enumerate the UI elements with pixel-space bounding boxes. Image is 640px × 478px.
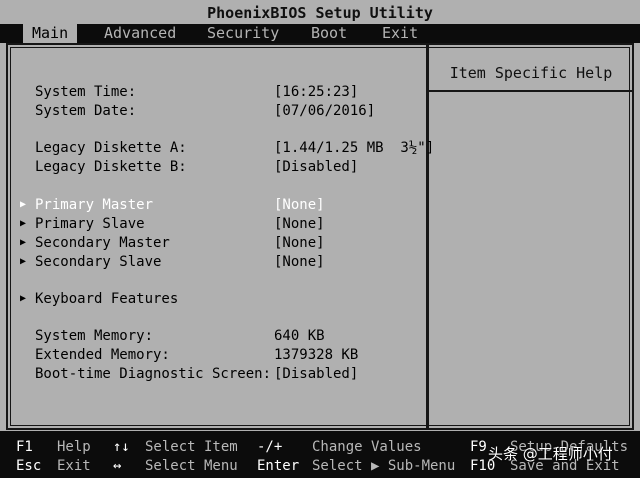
menu-exit[interactable]: Exit (373, 24, 427, 43)
system-memory-row: System Memory: 640 KB (8, 327, 426, 345)
secondary-master-label: Secondary Master (35, 235, 170, 251)
help-title: Item Specific Help (449, 64, 613, 82)
system-time-value[interactable]: [16:25:23] (274, 83, 358, 101)
diskette-b-value[interactable]: [Disabled] (274, 158, 358, 176)
enter-text: Select ▶ Sub-Menu (312, 458, 456, 474)
extended-memory-label: Extended Memory: (35, 347, 170, 363)
menu-main[interactable]: Main (23, 24, 78, 43)
esc-key[interactable]: Esc (16, 457, 41, 475)
leftright-arrows-icon: ↔ (113, 458, 122, 474)
enter-key[interactable]: Enter (257, 457, 299, 475)
f1-text: Help (57, 439, 91, 455)
esc-text: Exit (57, 458, 91, 474)
watermark: 头条 @工程师小付 (488, 445, 613, 463)
minusplus-text: Change Values (312, 439, 422, 455)
system-date-value[interactable]: [07/06/2016] (274, 102, 375, 120)
diskette-b-label: Legacy Diskette B: (35, 159, 187, 175)
menu-bar: Main Advanced Security Boot Exit (0, 24, 640, 43)
key-help-footer: F1 Help ↑↓ Select Item -/+ Change Values… (0, 431, 640, 478)
submenu-arrow-icon: ▶ (20, 293, 27, 304)
primary-master-value: [None] (274, 197, 325, 213)
primary-slave-row[interactable]: ▶ Primary Slave [None] (8, 215, 426, 233)
submenu-arrow-icon: ▶ (20, 218, 27, 229)
submenu-arrow-icon: ▶ (20, 199, 27, 210)
primary-master-row[interactable]: ▶ Primary Master [None] (8, 196, 426, 214)
submenu-arrow-icon: ▶ (20, 256, 27, 267)
minusplus-key: -/+ (257, 439, 283, 455)
system-date-label: System Date: (35, 103, 137, 119)
menu-advanced[interactable]: Advanced (95, 24, 185, 43)
secondary-master-value: [None] (274, 235, 325, 251)
system-time-label: System Time: (35, 84, 137, 100)
secondary-slave-label: Secondary Slave (35, 254, 162, 270)
boot-diag-row[interactable]: Boot-time Diagnostic Screen: [Disabled] (8, 365, 426, 383)
secondary-slave-value: [None] (274, 254, 325, 270)
f9-key[interactable]: F9 (470, 438, 487, 456)
primary-slave-value: [None] (274, 216, 325, 232)
submenu-arrow-icon: ▶ (20, 237, 27, 248)
boot-diag-label: Boot-time Diagnostic Screen: (35, 366, 272, 382)
diskette-b-row[interactable]: Legacy Diskette B: [Disabled] (8, 158, 426, 176)
system-date-row[interactable]: System Date: [07/06/2016] (8, 102, 426, 120)
primary-master-label: Primary Master (35, 197, 154, 213)
menu-security[interactable]: Security (198, 24, 288, 43)
keyboard-features-label: Keyboard Features (35, 291, 179, 307)
extended-memory-value: 1379328 KB (274, 347, 359, 363)
system-time-row[interactable]: System Time: [16:25:23] (8, 83, 426, 101)
leftright-text: Select Menu (145, 458, 238, 474)
app-title: PhoenixBIOS Setup Utility (207, 4, 433, 22)
secondary-slave-row[interactable]: ▶ Secondary Slave [None] (8, 253, 426, 271)
keyboard-features-row[interactable]: ▶ Keyboard Features (8, 290, 426, 308)
extended-memory-row: Extended Memory: 1379328 KB (8, 346, 426, 364)
updown-text: Select Item (145, 439, 238, 455)
help-separator (429, 90, 633, 92)
updown-arrows-icon: ↑↓ (113, 439, 130, 455)
secondary-master-row[interactable]: ▶ Secondary Master [None] (8, 234, 426, 252)
diskette-a-row[interactable]: Legacy Diskette A: [1.44/1.25 MB 3½"] (8, 139, 434, 157)
menu-boot[interactable]: Boot (302, 24, 356, 43)
main-panel: Item Specific Help System Time: [16:25:2… (6, 43, 634, 430)
boot-diag-value[interactable]: [Disabled] (274, 365, 358, 383)
system-memory-value: 640 KB (274, 328, 325, 344)
system-memory-label: System Memory: (35, 328, 154, 344)
panel-divider (426, 45, 429, 428)
f1-key[interactable]: F1 (16, 438, 33, 456)
diskette-a-value[interactable]: [1.44/1.25 MB 3½"] (274, 139, 434, 157)
primary-slave-label: Primary Slave (35, 216, 145, 232)
diskette-a-label: Legacy Diskette A: (35, 140, 187, 156)
